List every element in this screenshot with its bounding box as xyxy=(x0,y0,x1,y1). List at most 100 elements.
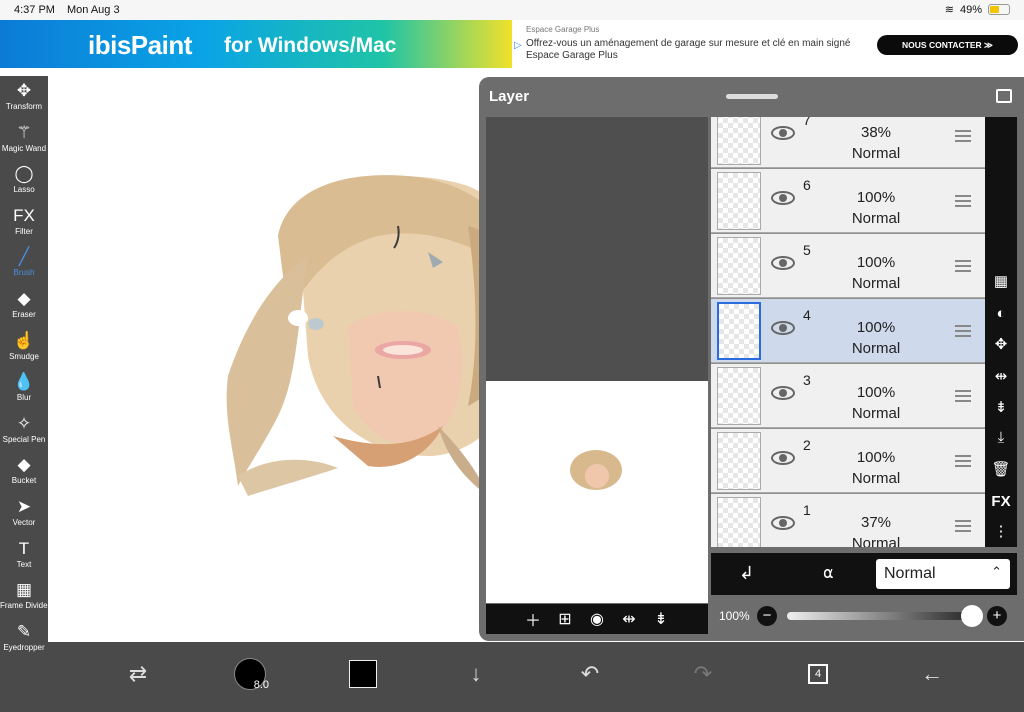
drag-handle-icon[interactable] xyxy=(955,260,971,272)
tool-lasso[interactable]: ◯ Lasso xyxy=(0,163,48,205)
eye-icon[interactable] xyxy=(771,191,795,205)
tool-label: Eyedropper xyxy=(3,642,45,652)
add-layer-icon[interactable]: ＋ xyxy=(522,607,544,631)
blur-icon: 💧 xyxy=(13,372,35,392)
canvas-preview[interactable] xyxy=(486,117,708,603)
brush-size-value: 8.0 xyxy=(253,679,269,691)
time: 4:37 PM xyxy=(14,4,55,16)
layer-thumbnail[interactable] xyxy=(717,237,761,295)
window-toggle-icon[interactable] xyxy=(996,89,1012,103)
primary-color-button[interactable] xyxy=(341,652,385,696)
fx-icon[interactable]: FX xyxy=(985,493,1017,510)
ad-contact-button[interactable]: NOUS CONTACTER ≫ xyxy=(877,35,1018,55)
layer-row[interactable]: 5 100% Normal xyxy=(711,234,985,298)
eye-icon[interactable] xyxy=(771,386,795,400)
opacity-slider[interactable] xyxy=(787,612,977,620)
download-arrow-icon[interactable]: ↓ xyxy=(454,652,498,696)
opacity-slider-knob[interactable] xyxy=(961,605,983,627)
flip-horizontal-icon[interactable]: ⇹ xyxy=(618,609,640,629)
drag-handle-icon[interactable] xyxy=(955,325,971,337)
merge-icon[interactable]: ⇟ xyxy=(985,398,1017,416)
ad-image[interactable]: ibisPaint for Windows/Mac xyxy=(0,20,512,68)
trash-icon[interactable]: 🗑 xyxy=(985,460,1017,478)
merge-down-icon[interactable]: ⇟ xyxy=(650,609,672,629)
drag-handle-icon[interactable] xyxy=(955,130,971,142)
layer-row[interactable]: 3 100% Normal xyxy=(711,364,985,428)
tool-filter[interactable]: FX Filter xyxy=(0,205,48,247)
tool-text[interactable]: T Text xyxy=(0,538,48,580)
layer-blend-mode: Normal xyxy=(851,210,901,227)
color-swap-icon[interactable]: ⇄ xyxy=(116,652,160,696)
layers-button[interactable]: 4 xyxy=(796,652,840,696)
panel-drag-handle[interactable] xyxy=(726,94,778,99)
brush-size-button[interactable]: 8.0 xyxy=(228,652,272,696)
layer-blend-mode: Normal xyxy=(851,470,901,487)
tool-magic-wand[interactable]: ⚚ Magic Wand xyxy=(0,122,48,164)
redo-icon[interactable]: ↷ xyxy=(681,652,725,696)
layer-row[interactable]: 6 100% Normal xyxy=(711,169,985,233)
drag-handle-icon[interactable] xyxy=(955,520,971,532)
camera-icon[interactable]: ◉ xyxy=(586,609,608,629)
layer-row[interactable]: 4 100% Normal xyxy=(711,299,985,363)
tool-frame-divider[interactable]: ▦ Frame Divider xyxy=(0,579,50,621)
tool-brush[interactable]: ╱ Brush xyxy=(0,246,48,288)
tool-eyedropper[interactable]: ✎ Eyedropper xyxy=(0,621,48,663)
tool-eraser[interactable]: ◆ Eraser xyxy=(0,288,48,330)
flip-layer-icon[interactable]: ⇹ xyxy=(985,367,1017,385)
transparency-icon[interactable]: ▦ xyxy=(985,272,1017,290)
layer-thumbnail[interactable] xyxy=(717,302,761,360)
drag-handle-icon[interactable] xyxy=(955,195,971,207)
more-icon[interactable]: ⋮ xyxy=(985,522,1017,540)
tool-transform[interactable]: ✥ Transform xyxy=(0,80,48,122)
layer-thumbnail[interactable] xyxy=(717,172,761,230)
blend-row: ↲ ⍺ Normal ⌃ xyxy=(711,553,1017,595)
layer-thumbnail[interactable] xyxy=(717,497,761,547)
move-layer-icon[interactable]: ✥ xyxy=(985,335,1017,353)
eye-icon[interactable] xyxy=(771,451,795,465)
layer-row[interactable]: 7 38% Normal xyxy=(711,117,985,168)
layer-number: 3 xyxy=(803,372,811,388)
preview-thumbnail xyxy=(570,450,622,490)
layer-opacity: 100% xyxy=(856,189,896,206)
layer-panel-title: Layer xyxy=(489,88,530,105)
eye-icon[interactable] xyxy=(771,256,795,270)
import-down-icon[interactable]: ⤓ xyxy=(985,429,1017,446)
clip-mask-icon[interactable]: ◐ xyxy=(985,305,1017,322)
lasso-icon: ◯ xyxy=(14,164,34,184)
layer-opacity: 100% xyxy=(856,384,896,401)
tool-smudge[interactable]: ☝ Smudge xyxy=(0,330,48,372)
layer-row[interactable]: 1 37% Normal xyxy=(711,494,985,547)
tool-label: Bucket xyxy=(11,476,37,486)
layer-row[interactable]: 2 100% Normal xyxy=(711,429,985,493)
ad-logo: ibisPaint xyxy=(88,30,192,60)
add-folder-icon[interactable]: ⊞ xyxy=(554,609,576,629)
back-arrow-icon[interactable]: ← xyxy=(910,652,954,696)
ad-banner[interactable]: ibisPaint for Windows/Mac ▷ Espace Garag… xyxy=(0,20,1024,68)
tool-label: Transform xyxy=(5,102,43,111)
layer-thumbnail[interactable] xyxy=(717,432,761,490)
layer-number: 4 xyxy=(803,307,811,323)
tool-bucket[interactable]: ◆ Bucket xyxy=(0,454,48,496)
tool-vector[interactable]: ➤ Vector xyxy=(0,496,48,538)
layer-thumbnail[interactable] xyxy=(717,117,761,165)
layer-thumbnail[interactable] xyxy=(717,367,761,425)
clipping-icon[interactable]: ↲ xyxy=(739,563,754,584)
eye-icon[interactable] xyxy=(771,516,795,530)
opacity-plus-button[interactable]: + xyxy=(987,606,1007,626)
undo-icon[interactable]: ↶ xyxy=(568,652,612,696)
tool-label: Blur xyxy=(16,393,32,403)
drag-handle-icon[interactable] xyxy=(955,455,971,467)
preview-toolbar: ＋ ⊞ ◉ ⇹ ⇟ xyxy=(486,604,708,634)
alpha-lock-icon[interactable]: ⍺ xyxy=(823,563,834,583)
tool-blur[interactable]: 💧 Blur xyxy=(0,371,48,413)
blend-mode-value: Normal xyxy=(884,565,936,582)
opacity-minus-button[interactable]: − xyxy=(757,606,777,626)
blend-mode-select[interactable]: Normal ⌃ xyxy=(876,559,1010,589)
tool-special-pen[interactable]: ✧ Special Pen xyxy=(0,413,48,455)
drag-handle-icon[interactable] xyxy=(955,390,971,402)
eye-icon[interactable] xyxy=(771,321,795,335)
tool-label: Brush xyxy=(13,268,35,278)
ad-choices-icon[interactable]: ▷ xyxy=(514,40,522,51)
layer-blend-mode: Normal xyxy=(851,340,901,357)
eye-icon[interactable] xyxy=(771,126,795,140)
